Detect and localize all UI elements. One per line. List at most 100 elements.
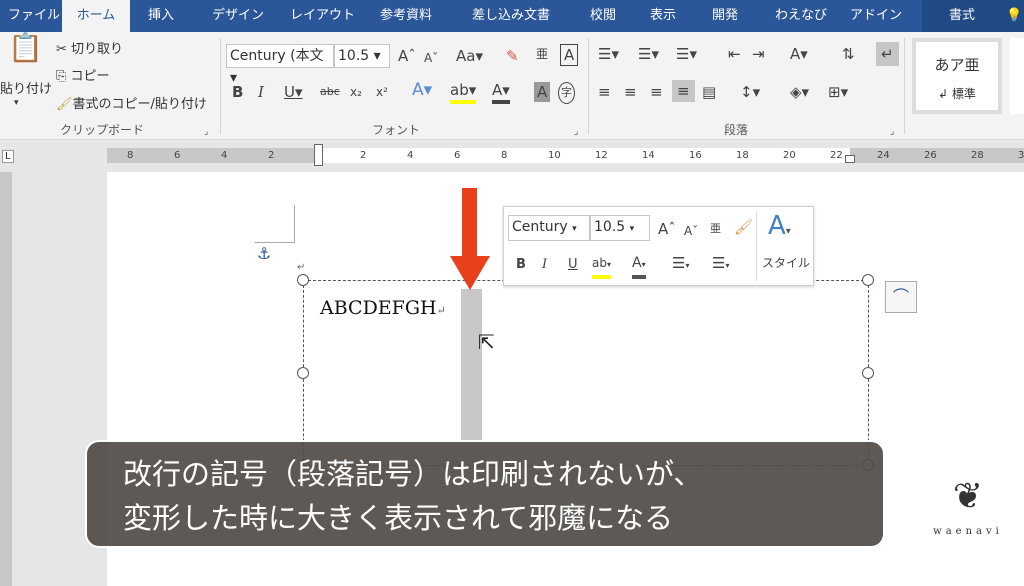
cut-button[interactable]: ✂ 切り取り: [56, 38, 123, 57]
align-right-icon[interactable]: ≡: [650, 82, 663, 102]
text-box[interactable]: ABCDEFGH↵: [297, 274, 874, 471]
underline-icon[interactable]: U▾: [284, 82, 303, 102]
ruler-number: 20: [783, 150, 796, 161]
vertical-ruler[interactable]: [0, 172, 12, 586]
text-content[interactable]: ABCDEFGH↵: [320, 297, 446, 319]
paste-dropdown-icon[interactable]: ▾: [14, 98, 19, 108]
ruler-number: 8: [501, 150, 508, 161]
styles-icon[interactable]: A▾: [768, 211, 791, 247]
tab-references[interactable]: 参考資料: [372, 0, 440, 32]
asian-layout-icon[interactable]: A▾: [790, 44, 808, 64]
dialog-launcher-icon[interactable]: ⌟: [574, 122, 578, 142]
lightbulb-icon[interactable]: 💡: [1002, 0, 1024, 32]
italic-icon[interactable]: I: [542, 255, 547, 275]
phonetic-guide-icon[interactable]: 亜: [536, 44, 548, 64]
waenavi-logo: ❦ waenavi: [928, 468, 1008, 568]
text-effects-icon[interactable]: A▾: [412, 80, 432, 100]
format-painter-button[interactable]: 🖌書式のコピー/貼り付け: [56, 93, 207, 112]
enclose-char-icon[interactable]: 字: [558, 82, 575, 104]
tab-view[interactable]: 表示: [642, 0, 684, 32]
bold-icon[interactable]: B: [516, 255, 526, 275]
tab-home[interactable]: ホーム: [62, 0, 130, 32]
char-shading-icon[interactable]: A: [534, 82, 551, 102]
resize-handle[interactable]: [297, 274, 309, 286]
numbering-icon[interactable]: ☰▾: [712, 253, 729, 276]
increase-indent-icon[interactable]: ⇥: [752, 44, 765, 64]
char-border-icon[interactable]: A: [560, 44, 579, 66]
paragraph-mark: ↵: [436, 304, 446, 317]
red-arrow-icon: [450, 188, 490, 290]
shrink-font-icon[interactable]: Aˇ: [424, 48, 438, 68]
decrease-indent-icon[interactable]: ⇤: [728, 44, 741, 64]
clear-format-icon[interactable]: ✎: [506, 46, 519, 66]
underline-icon[interactable]: U: [568, 255, 578, 275]
tab-review[interactable]: 校閲: [582, 0, 624, 32]
dialog-launcher-icon[interactable]: ⌟: [204, 122, 208, 142]
tab-insert[interactable]: 挿入: [140, 0, 182, 32]
distribute-icon[interactable]: ▤: [702, 82, 716, 102]
ruler-number: 2: [268, 150, 275, 161]
mini-size-combo[interactable]: 10.5 ▾: [590, 215, 650, 241]
ruler-number: 30: [1018, 150, 1024, 161]
format-painter-icon[interactable]: 🖌: [734, 217, 753, 237]
copy-button[interactable]: ⎘ コピー: [56, 65, 110, 84]
tab-selector[interactable]: L: [2, 150, 14, 163]
sort-icon[interactable]: ⇅: [842, 44, 855, 64]
tab-developer[interactable]: 開発: [704, 0, 746, 32]
font-color-icon[interactable]: A▾: [492, 80, 510, 104]
tab-design[interactable]: デザイン: [204, 0, 272, 32]
tab-layout[interactable]: レイアウト: [282, 0, 363, 32]
horizontal-ruler[interactable]: 8 6 4 2 24681012141618202224262830: [107, 144, 1024, 166]
resize-handle[interactable]: [297, 367, 309, 379]
align-left-icon[interactable]: ≡: [598, 82, 611, 102]
font-color-icon[interactable]: A▾: [632, 253, 646, 279]
resize-handle[interactable]: [862, 274, 874, 286]
change-case-button[interactable]: Aa▾: [456, 46, 483, 66]
shrink-font-icon[interactable]: Aˇ: [684, 221, 698, 241]
highlight-icon[interactable]: ab▾: [450, 80, 477, 104]
show-marks-icon[interactable]: ↵: [876, 42, 899, 66]
anchor-icon[interactable]: ⚓: [257, 244, 271, 263]
indent-marker[interactable]: [314, 144, 323, 166]
bold-icon[interactable]: B: [232, 82, 243, 102]
mini-font-value: Century: [512, 219, 568, 235]
bullets-icon[interactable]: ☰▾: [672, 253, 689, 276]
italic-icon[interactable]: I: [258, 82, 264, 102]
borders-icon[interactable]: ⊞▾: [828, 82, 848, 102]
highlight-icon[interactable]: ab▾: [592, 253, 611, 279]
resize-handle[interactable]: [862, 367, 874, 379]
styles-label[interactable]: スタイル: [762, 253, 810, 273]
grow-font-icon[interactable]: Aˆ: [658, 219, 676, 239]
paste-button[interactable]: 貼り付け: [0, 78, 52, 97]
dialog-launcher-icon[interactable]: ⌟: [890, 122, 894, 142]
shading-icon[interactable]: ◈▾: [790, 82, 809, 102]
tab-addins[interactable]: アドイン: [842, 0, 910, 32]
paste-icon[interactable]: 📋: [8, 34, 43, 62]
tab-mailings[interactable]: 差し込み文書: [464, 0, 558, 32]
font-name-combo[interactable]: Century (本文 ▾: [226, 44, 334, 86]
tab-waenavi[interactable]: わえなび: [767, 0, 835, 32]
layout-options-icon[interactable]: ⌒: [885, 281, 917, 313]
style-next[interactable]: [1010, 38, 1024, 114]
line-spacing-icon[interactable]: ↕▾: [740, 82, 760, 102]
numbering-icon[interactable]: ☰▾: [638, 44, 659, 64]
tab-file[interactable]: ファイル: [0, 0, 68, 32]
mini-font-combo[interactable]: Century ▾: [508, 215, 590, 241]
ruler-number: 12: [595, 150, 608, 161]
align-center-icon[interactable]: ≡: [624, 82, 637, 102]
paragraph-mark: ↵: [297, 262, 306, 273]
superscript-icon[interactable]: x²: [376, 82, 388, 102]
phonetic-guide-icon[interactable]: 亜: [710, 219, 721, 239]
right-indent-marker[interactable]: [845, 155, 855, 163]
tab-format[interactable]: 書式: [922, 0, 1002, 32]
bullets-icon[interactable]: ☰▾: [598, 44, 619, 64]
style-normal[interactable]: あア亜 ↲ 標準: [912, 38, 1002, 114]
strikethrough-icon[interactable]: abc: [320, 82, 340, 102]
font-size-combo[interactable]: 10.5 ▾: [334, 44, 390, 68]
multilevel-list-icon[interactable]: ☰▾: [676, 44, 697, 64]
ruler-number: 28: [971, 150, 984, 161]
subscript-icon[interactable]: x₂: [350, 82, 362, 102]
ribbon-tabs: ファイル ホーム 挿入 デザイン レイアウト 参考資料 差し込み文書 校閲 表示…: [0, 0, 1024, 32]
justify-icon[interactable]: ≡: [672, 80, 695, 102]
grow-font-icon[interactable]: Aˆ: [398, 46, 416, 66]
